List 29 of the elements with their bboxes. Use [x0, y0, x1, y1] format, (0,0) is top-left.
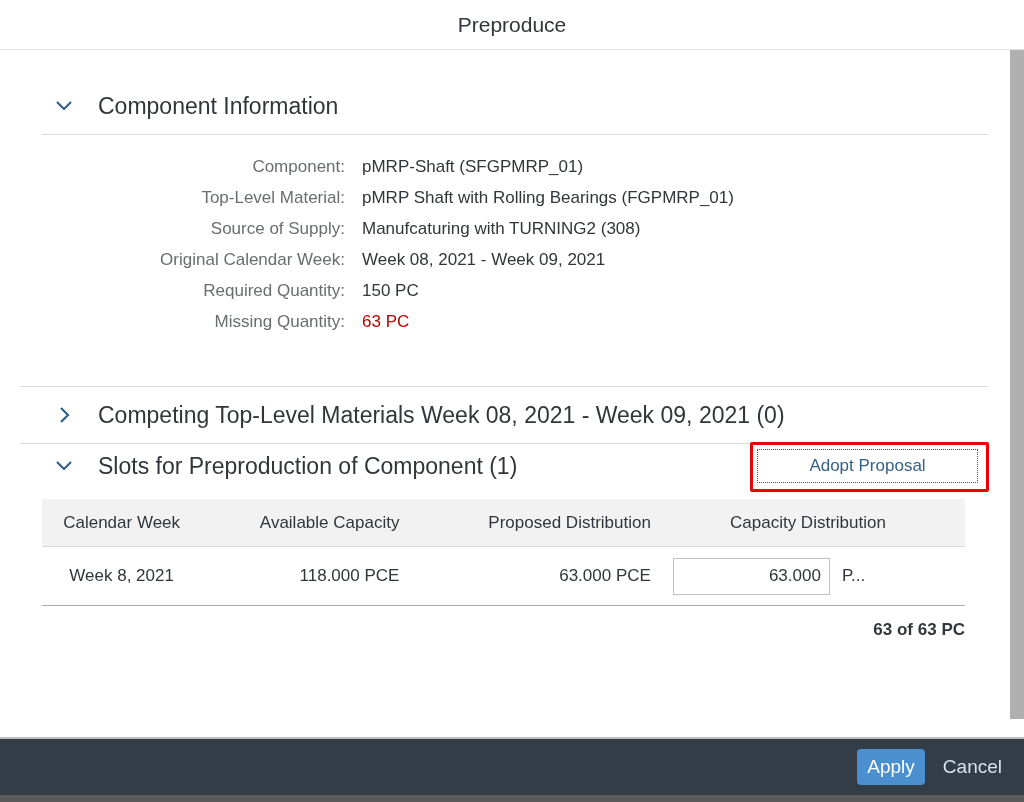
field-label: Component: — [251, 157, 345, 177]
field-value: pMRP-Shaft (SFGPMRP_01) — [362, 157, 585, 177]
field-value: 150 PC — [362, 281, 420, 301]
table-cell: 63.000 PCE — [421, 546, 673, 606]
unit-label: P... — [841, 566, 866, 586]
field-value: 63 PC — [362, 312, 411, 332]
column-header[interactable]: Proposed Distribution — [421, 499, 673, 547]
section-title: Competing Top-Level Materials Week 08, 2021 - Week 09, 2021 (0) — [98, 401, 785, 429]
total-quantity: 63 of 63 PC — [872, 619, 966, 640]
field-label: Required Quantity: — [202, 281, 345, 301]
field-label: Source of Supply: — [209, 219, 345, 239]
field-value: Week 08, 2021 - Week 09, 2021 — [362, 250, 607, 270]
field-label: Missing Quantity: — [213, 312, 345, 332]
column-header[interactable]: Available Capacity — [201, 499, 422, 547]
dialog-title: Preproduce — [457, 12, 567, 37]
scrollbar[interactable] — [1010, 50, 1024, 719]
column-header[interactable]: Capacity Distribution — [672, 499, 965, 547]
capacity-input-field[interactable]: 63.000 — [672, 557, 830, 595]
field-value: pMRP Shaft with Rolling Bearings (FGPMRP_01) — [362, 188, 735, 208]
dialog-button[interactable]: Cancel — [932, 749, 1012, 785]
field-value: Manufcaturing with TURNING2 (308) — [362, 219, 642, 239]
field-label: Original Calendar Week: — [159, 250, 345, 270]
adopt-proposal-button[interactable]: Adopt Proposal — [757, 449, 978, 483]
field-label: Top-Level Material: — [200, 188, 345, 208]
section-title: Component Information — [98, 92, 339, 120]
column-header[interactable]: Calendar Week — [42, 499, 202, 547]
table-cell: 118.000 PCE — [201, 546, 422, 606]
table-cell: Week 8, 2021 — [42, 546, 202, 606]
section-title: Slots for Preproduction of Component (1) — [98, 452, 518, 480]
